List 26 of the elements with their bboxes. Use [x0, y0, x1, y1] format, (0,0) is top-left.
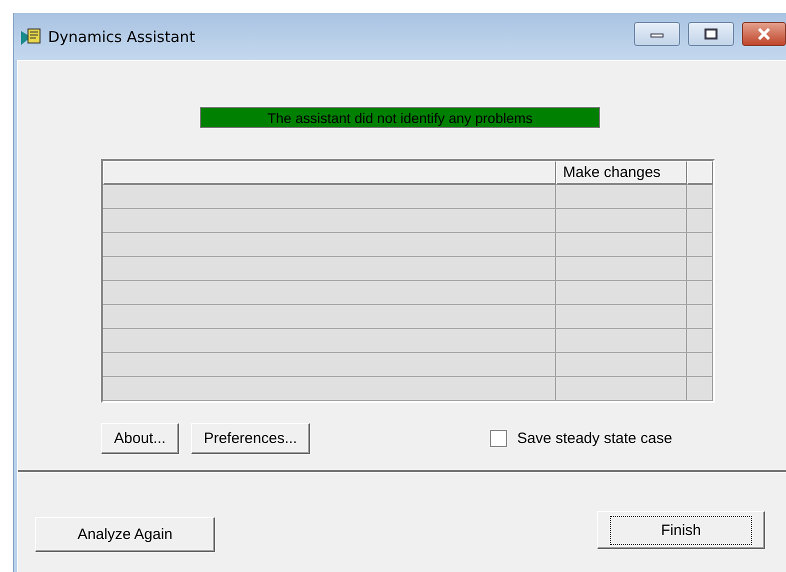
table-cell — [687, 329, 713, 353]
checkbox-label: Save steady state case — [517, 430, 672, 447]
table-cell — [687, 353, 713, 377]
maximize-icon — [704, 28, 718, 40]
dialog-button[interactable]: Analyze Again — [35, 517, 215, 552]
minimize-button[interactable] — [634, 22, 680, 46]
column-header[interactable]: Make changes — [556, 161, 687, 185]
maximize-button[interactable] — [688, 22, 734, 46]
table-cell — [687, 209, 713, 233]
table-cell — [687, 233, 713, 257]
table-cell — [687, 257, 713, 281]
close-icon — [757, 28, 771, 40]
column-header[interactable] — [103, 161, 556, 185]
window-title: Dynamics Assistant — [48, 28, 196, 46]
dialog-button[interactable]: About... — [101, 423, 179, 454]
table-cell — [687, 281, 713, 305]
dialog-button[interactable]: Finish — [597, 511, 765, 549]
table-cell — [687, 305, 713, 329]
status-banner: The assistant did not identify any problems — [200, 107, 600, 128]
column-header[interactable] — [687, 161, 713, 185]
table-cell — [687, 185, 713, 209]
app-icon — [20, 26, 42, 46]
dialog-button[interactable]: Preferences... — [190, 423, 310, 454]
close-button[interactable] — [742, 22, 786, 46]
table-cell — [687, 377, 713, 401]
checkbox[interactable] — [490, 430, 508, 447]
